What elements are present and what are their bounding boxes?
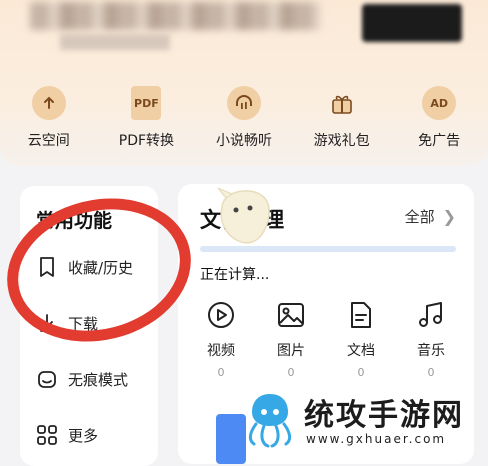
grid-more-icon (36, 424, 58, 446)
file-category-video[interactable]: 视频 0 (189, 300, 253, 379)
file-category-count: 0 (217, 366, 225, 379)
func-item-incognito[interactable]: 无痕模式 (36, 368, 128, 390)
file-category-name: 视频 (207, 343, 235, 359)
octopus-logo-icon (248, 394, 292, 448)
quick-item-label: 小说畅听 (215, 133, 272, 149)
quick-item-game-gift[interactable]: 游戏礼包 (297, 86, 387, 156)
file-category-count: 0 (427, 366, 435, 379)
ad-free-icon: AD (422, 86, 457, 120)
file-category-image[interactable]: 图片 0 (259, 300, 323, 379)
file-category-name: 文档 (347, 343, 375, 359)
quick-item-pdf[interactable]: PDF PDF转换 (101, 86, 191, 156)
watermark-title: 统攻手游网 (304, 398, 464, 433)
quick-actions-row: 云空间 PDF PDF转换 小说畅听 游戏礼包 AD 免广告 (0, 86, 488, 156)
quick-item-audio-novel[interactable]: 小说畅听 (199, 86, 289, 156)
file-category-document[interactable]: 文档 0 (329, 300, 393, 379)
gift-icon (325, 86, 359, 120)
pdf-icon: PDF (131, 86, 162, 120)
site-watermark: 统攻手游网 www.gxhuaer.com (240, 388, 486, 452)
func-item-more[interactable]: 更多 (36, 424, 98, 446)
top-banner: 云空间 PDF PDF转换 小说畅听 游戏礼包 AD 免广告 (0, 0, 488, 166)
file-category-music[interactable]: 音乐 0 (399, 300, 463, 379)
file-category-name: 图片 (277, 343, 305, 359)
watermark-url: www.gxhuaer.com (306, 432, 447, 446)
quick-item-label: 云空间 (27, 133, 70, 149)
music-icon (419, 302, 442, 327)
document-icon (351, 302, 371, 328)
file-category-count: 0 (287, 366, 295, 379)
quick-item-label: PDF转换 (118, 133, 175, 149)
file-category-row: 视频 0 图片 0 文档 0 音乐 0 (186, 300, 466, 379)
image-icon (278, 303, 304, 327)
quick-item-cloud[interactable]: 云空间 (4, 86, 94, 156)
file-category-count: 0 (357, 366, 365, 379)
quick-item-label: 游戏礼包 (313, 133, 370, 149)
video-play-icon (208, 302, 234, 328)
view-all-link[interactable]: 全部 ❯ (405, 206, 456, 227)
quick-item-ad-free[interactable]: AD 免广告 (394, 86, 484, 156)
storage-scan-status: 正在计算... (200, 267, 270, 283)
view-all-label: 全部 (404, 208, 435, 226)
incognito-icon (36, 368, 58, 390)
headphones-icon (226, 86, 261, 120)
ghost-mascot-icon (217, 187, 270, 244)
func-item-label: 更多 (68, 426, 99, 445)
file-category-name: 音乐 (417, 343, 445, 359)
chevron-right-icon: ❯ (442, 207, 456, 226)
cloud-upload-icon (31, 86, 66, 120)
blurred-subtitle (60, 34, 170, 50)
blurred-badge (362, 4, 462, 42)
blurred-account-info (30, 2, 320, 30)
quick-item-label: 免广告 (418, 133, 461, 149)
func-item-label: 无痕模式 (68, 370, 129, 389)
